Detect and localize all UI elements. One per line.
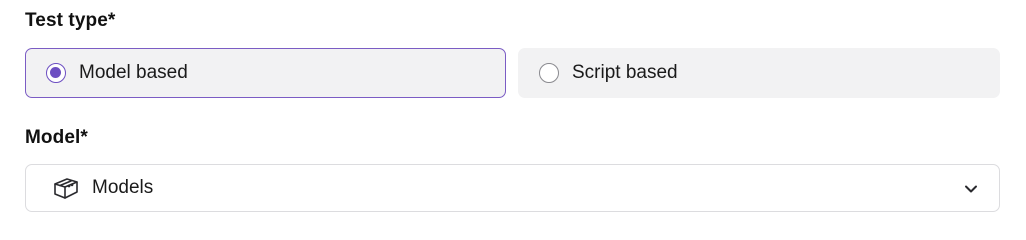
radio-option-model-based[interactable]: Model based	[25, 48, 506, 98]
box-icon	[52, 175, 80, 201]
model-label: Model*	[25, 127, 88, 148]
radio-option-script-based[interactable]: Script based	[518, 48, 1000, 98]
chevron-down-icon[interactable]	[963, 181, 979, 197]
test-config-form: Test type* Model based Script based Mode…	[0, 0, 1026, 238]
model-select-value: Models	[92, 177, 154, 198]
radio-unselected-icon[interactable]	[539, 63, 559, 83]
radio-option-label: Script based	[572, 62, 678, 83]
radio-selected-icon[interactable]	[46, 63, 66, 83]
model-select[interactable]: Models	[25, 164, 1000, 212]
radio-option-label: Model based	[79, 62, 188, 83]
test-type-label: Test type*	[25, 10, 116, 31]
